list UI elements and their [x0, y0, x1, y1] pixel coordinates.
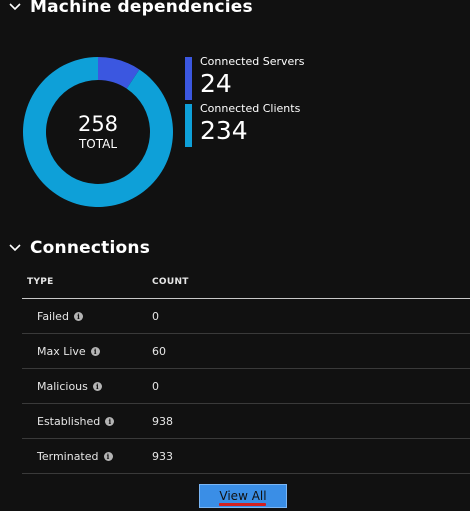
machine-dependencies-header[interactable]: Machine dependencies	[0, 0, 253, 19]
cell-count: 933	[152, 450, 173, 463]
view-all-underline	[219, 503, 266, 506]
cell-type: Max Live i	[37, 345, 100, 358]
cell-type: Failed i	[37, 310, 83, 323]
cell-count: 938	[152, 415, 173, 428]
column-header-type[interactable]: TYPE	[27, 277, 54, 287]
column-header-count[interactable]: COUNT	[152, 277, 189, 287]
legend-value: 24	[200, 69, 232, 98]
cell-count: 60	[152, 345, 166, 358]
table-row[interactable]: Terminated i 933	[22, 439, 470, 474]
chevron-down-icon[interactable]	[0, 0, 30, 19]
info-icon[interactable]: i	[103, 452, 113, 461]
cell-count: 0	[152, 380, 159, 393]
info-icon[interactable]: i	[92, 382, 102, 391]
legend-value: 234	[200, 116, 248, 145]
row-type-label: Max Live	[37, 345, 86, 358]
row-type-label: Malicious	[37, 380, 88, 393]
table-row[interactable]: Malicious i 0	[22, 369, 470, 404]
connections-header[interactable]: Connections	[0, 236, 150, 260]
table-row[interactable]: Established i 938	[22, 404, 470, 439]
connections-table: TYPE COUNT Failed i 0 Max Live i 60 Mali…	[22, 270, 470, 474]
cell-type: Malicious i	[37, 380, 102, 393]
info-icon[interactable]: i	[105, 417, 115, 426]
info-icon[interactable]: i	[90, 347, 100, 356]
table-row[interactable]: Max Live i 60	[22, 334, 470, 369]
donut-total-value: 258	[77, 111, 119, 136]
donut-total-label: TOTAL	[78, 136, 118, 151]
cell-type: Established i	[37, 415, 115, 428]
row-type-label: Terminated	[37, 450, 99, 463]
row-type-label: Established	[37, 415, 101, 428]
row-type-label: Failed	[37, 310, 69, 323]
donut-center: 258 TOTAL	[22, 56, 174, 208]
section-title: Machine dependencies	[30, 0, 253, 17]
cell-type: Terminated i	[37, 450, 113, 463]
chevron-down-icon[interactable]	[0, 236, 30, 260]
table-header: TYPE COUNT	[22, 270, 470, 299]
legend-label: Connected Servers	[200, 55, 305, 68]
view-all-label: View All	[219, 489, 267, 503]
info-icon[interactable]: i	[73, 312, 83, 321]
legend-swatch	[185, 57, 192, 100]
section-title: Connections	[30, 238, 151, 258]
legend-swatch	[185, 104, 192, 147]
legend-label: Connected Clients	[200, 102, 301, 115]
table-row[interactable]: Failed i 0	[22, 299, 470, 334]
dependencies-donut-chart: 258 TOTAL	[22, 56, 174, 208]
cell-count: 0	[152, 310, 159, 323]
